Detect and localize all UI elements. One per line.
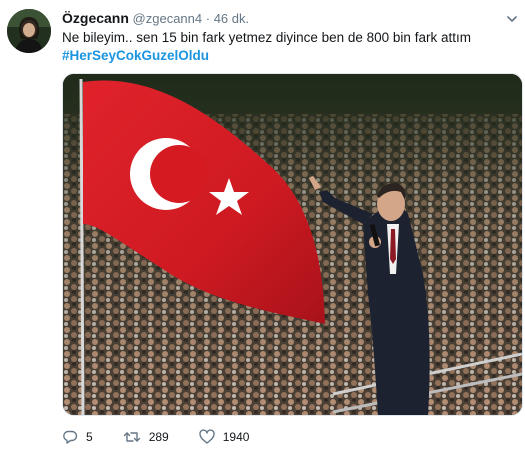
avatar-image [7, 9, 51, 53]
reply-icon [63, 430, 78, 444]
heart-icon [199, 429, 215, 444]
photo-image [63, 74, 522, 415]
tweet-photo[interactable] [62, 73, 523, 416]
hashtag-link[interactable]: #HerSeyCokGuzelOldu [62, 47, 209, 65]
chevron-down-icon[interactable] [505, 12, 519, 26]
retweet-count: 289 [148, 430, 169, 444]
tweet-text: Ne bileyim.. sen 15 bin fark yetmez diyi… [62, 30, 471, 45]
like-count: 1940 [222, 430, 250, 444]
tweet-time[interactable]: 46 dk. [214, 11, 249, 26]
tweet-header: Özgecann @zgecann4 · 46 dk. [62, 10, 249, 27]
reply-count: 5 [86, 430, 93, 444]
retweet-button[interactable]: 289 [123, 429, 169, 445]
author-name[interactable]: Özgecann [62, 10, 129, 26]
retweet-icon [123, 432, 140, 442]
tweet[interactable]: Özgecann @zgecann4 · 46 dk. Ne bileyim..… [0, 0, 525, 450]
avatar[interactable] [7, 9, 51, 53]
like-button[interactable]: 1940 [199, 429, 250, 445]
author-handle[interactable]: @zgecann4 [133, 11, 203, 26]
tweet-actions: 5 289 1940 [62, 427, 279, 447]
reply-button[interactable]: 5 [62, 429, 93, 445]
separator-dot: · [205, 11, 211, 26]
